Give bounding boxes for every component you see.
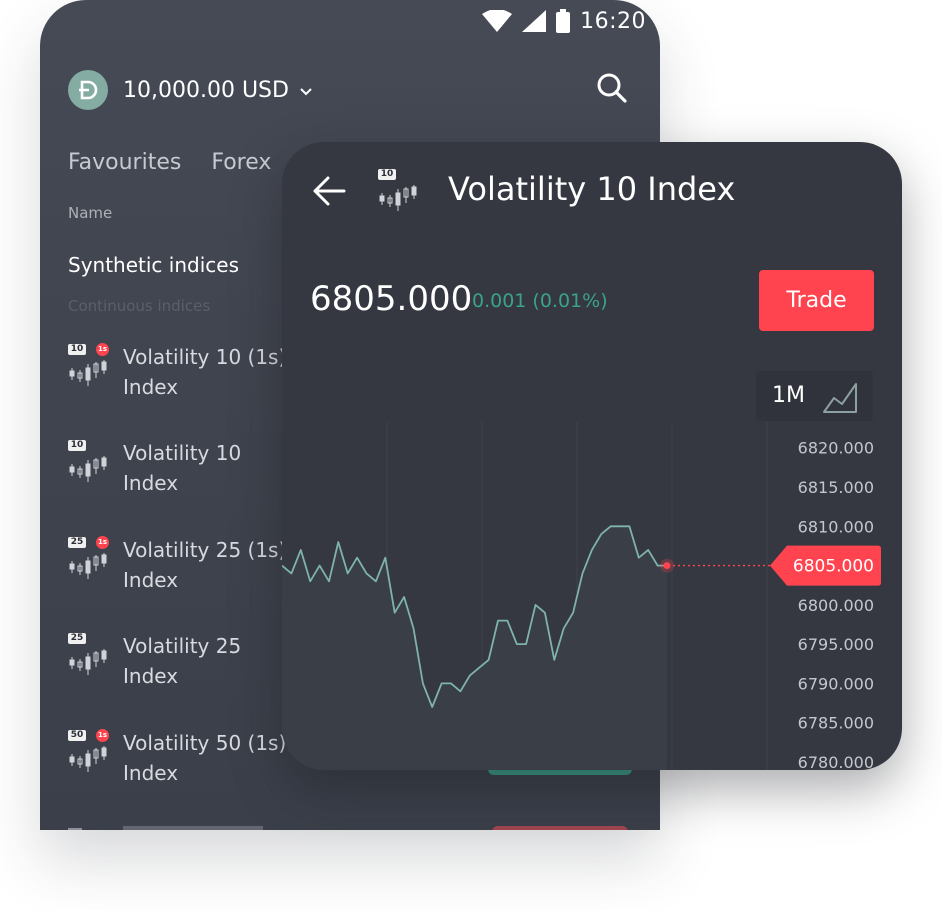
- volatility-index-icon: 10: [68, 440, 108, 486]
- battery-icon: [556, 9, 571, 33]
- tab-favourites[interactable]: Favourites: [68, 150, 181, 175]
- status-bar: 16:20: [482, 8, 646, 34]
- chevron-down-icon: [300, 88, 312, 96]
- y-axis-tick-label: 6815.000: [798, 478, 874, 497]
- trade-button[interactable]: Trade: [759, 270, 874, 331]
- price-chart[interactable]: 6820.000 6815.000 6810.000 6805.000 6800.000…: [282, 422, 902, 770]
- y-axis-tick-label: 6795.000: [798, 635, 874, 654]
- index-badge: 10: [378, 169, 396, 180]
- candles-icon: [69, 360, 107, 386]
- index-badge: 10: [68, 440, 86, 451]
- chart-period-selector[interactable]: 1M: [756, 371, 873, 421]
- current-price-tag-label: 6805.000: [793, 557, 874, 577]
- candles-icon: [69, 746, 107, 772]
- one-second-badge: 1s: [96, 536, 109, 549]
- y-axis-tick-label: 6780.000: [798, 753, 874, 770]
- candles-icon: [69, 649, 107, 675]
- candles-icon: [69, 456, 107, 482]
- status-time: 16:20: [580, 8, 646, 34]
- tab-forex[interactable]: Forex: [211, 150, 271, 175]
- sell-button-partial[interactable]: [492, 826, 628, 830]
- market-tabs: Favourites Forex: [68, 150, 271, 175]
- chart-area-fill: [282, 526, 667, 770]
- candles-icon: [69, 553, 107, 579]
- wifi-icon: [482, 10, 513, 32]
- one-second-badge: 1s: [96, 343, 109, 356]
- period-label: 1M: [772, 383, 805, 408]
- volatility-index-icon: 50 1s: [68, 729, 109, 776]
- current-price-tag: 6805.000: [770, 545, 881, 586]
- current-point: [663, 562, 671, 570]
- y-axis-tick-label: 6820.000: [798, 439, 874, 458]
- index-badge: 50: [68, 730, 86, 741]
- y-axis-tick-label: 6790.000: [798, 674, 874, 693]
- volatility-index-icon: 25: [68, 633, 108, 679]
- index-badge: 25: [68, 537, 86, 548]
- candles-icon: [379, 185, 417, 211]
- volatility-index-icon: 10 1s: [68, 343, 109, 390]
- price-change: 0.001 (0.01%): [472, 290, 608, 312]
- index-badge: 25: [68, 633, 86, 644]
- signal-icon: [522, 10, 547, 32]
- column-header-name: Name: [68, 204, 113, 222]
- one-second-badge: 1s: [96, 729, 109, 742]
- market-detail-card: 10 Volatility 10 Index 6805.000 0.001 (0…: [282, 142, 902, 770]
- section-subtitle: Continuous indices: [68, 297, 211, 315]
- account-switcher[interactable]: 10,000.00 USD: [68, 70, 313, 110]
- section-title: Synthetic indices: [68, 253, 239, 277]
- search-icon[interactable]: [596, 72, 628, 104]
- back-arrow-icon[interactable]: [312, 174, 346, 208]
- list-item-partial: [68, 826, 263, 830]
- account-balance: 10,000.00 USD: [123, 77, 289, 103]
- y-axis-tick-label: 6810.000: [798, 517, 874, 536]
- volatility-index-icon: 25 1s: [68, 536, 109, 583]
- y-axis-tick-label: 6785.000: [798, 714, 874, 733]
- current-price: 6805.000: [310, 279, 473, 319]
- market-title: Volatility 10 Index: [448, 170, 736, 208]
- volatility-index-icon: 10: [378, 169, 418, 215]
- y-axis-tick-label: 6800.000: [798, 596, 874, 615]
- currency-logo-icon: [68, 70, 108, 110]
- area-chart-icon[interactable]: [822, 378, 860, 416]
- index-badge: 10: [68, 344, 86, 355]
